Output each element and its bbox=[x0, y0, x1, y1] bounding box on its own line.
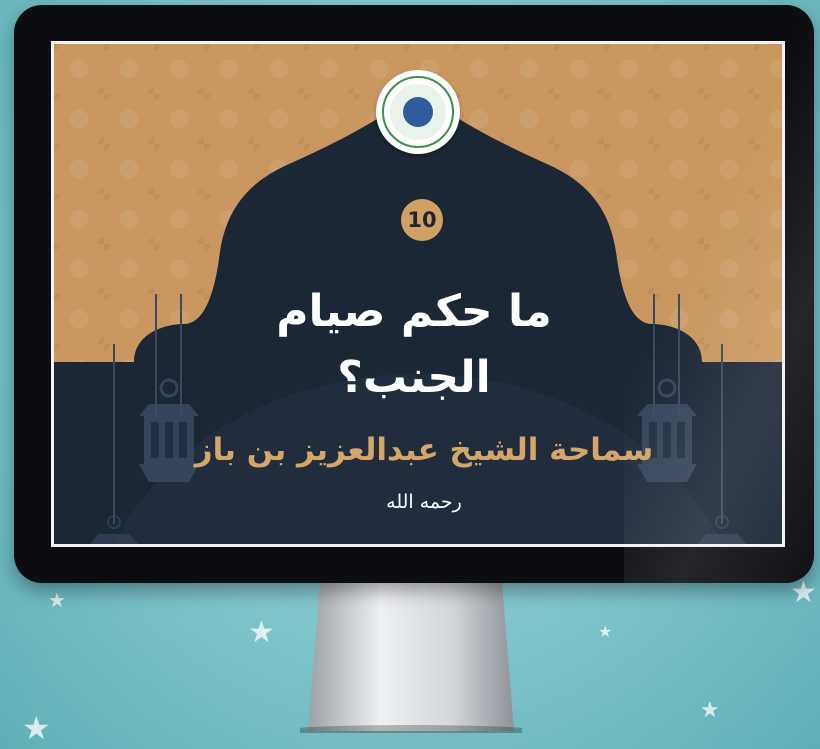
star-icon: ★ bbox=[790, 575, 817, 610]
globe-icon bbox=[403, 97, 433, 127]
star-icon: ★ bbox=[248, 615, 275, 650]
monitor: 10 ما حكم صيام الجنب؟ سماحة الشيخ عبدالع… bbox=[14, 5, 814, 583]
title-line-1: ما حكم صيام bbox=[276, 286, 552, 337]
screen: 10 ما حكم صيام الجنب؟ سماحة الشيخ عبدالع… bbox=[54, 44, 782, 544]
star-icon: ★ bbox=[598, 622, 613, 641]
screen-frame: 10 ما حكم صيام الجنب؟ سماحة الشيخ عبدالع… bbox=[51, 41, 785, 547]
speaker-name: سماحة الشيخ عبدالعزيز بن باز bbox=[194, 432, 654, 468]
title-line-2: الجنب؟ bbox=[337, 352, 491, 403]
episode-number-badge: 10 bbox=[401, 199, 443, 241]
star-icon: ★ bbox=[22, 709, 51, 747]
speaker-dua: رحمه الله bbox=[386, 491, 462, 513]
star-icon: ★ bbox=[700, 698, 720, 723]
monitor-stand bbox=[300, 583, 522, 733]
star-icon: ★ bbox=[48, 588, 66, 612]
circular-seal-logo-icon bbox=[376, 70, 460, 154]
